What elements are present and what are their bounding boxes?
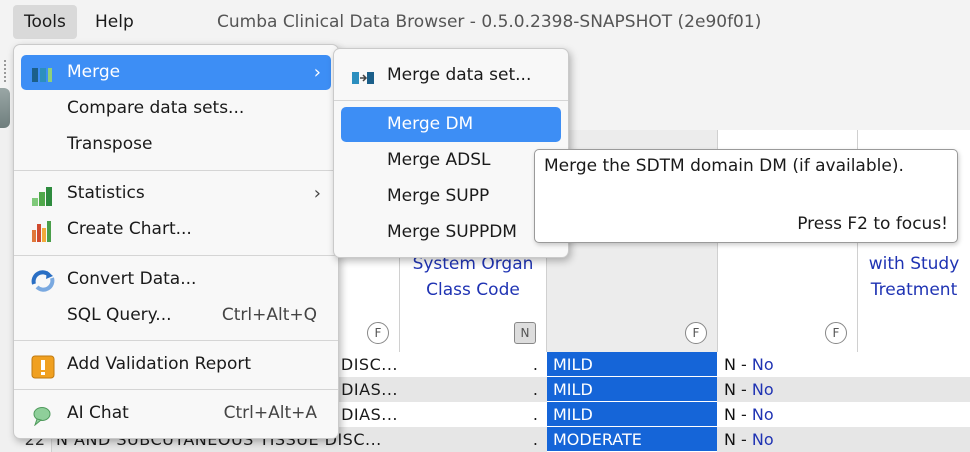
cell-severity[interactable]: MILD: [547, 377, 717, 402]
menu-item-shortcut: Ctrl+Alt+Q: [221, 305, 317, 325]
header-line: Treatment: [870, 280, 958, 300]
menu-item-label: Merge SUPPDM: [387, 222, 517, 242]
chat-icon: [31, 404, 53, 427]
merge-icon: [351, 66, 374, 86]
convert-icon: [31, 270, 55, 292]
menu-item-ai-chat[interactable]: AI Chat Ctrl+Alt+A: [21, 396, 331, 431]
menu-item-compare[interactable]: Compare data sets...: [21, 91, 331, 126]
menu-item-merge-data-set[interactable]: Merge data set...: [341, 58, 561, 93]
menu-item-label: Convert Data...: [67, 269, 197, 289]
tooltip: Merge the SDTM domain DM (if available).…: [534, 149, 958, 243]
menu-help[interactable]: Help: [84, 5, 145, 39]
cell-soc-code[interactable]: .: [400, 352, 546, 377]
format-badge-icon: F: [685, 322, 707, 344]
cell-serious[interactable]: N - No: [718, 402, 858, 427]
tools-menu: Merge › Compare data sets... Transpose S…: [13, 44, 339, 439]
value-code: N: [724, 355, 736, 374]
tooltip-text: Merge the SDTM domain DM (if available).: [544, 156, 904, 176]
menu-item-label: Compare data sets...: [67, 98, 245, 118]
menu-item-merge-supp[interactable]: Merge SUPP: [341, 179, 561, 214]
toolbar-grip[interactable]: [4, 60, 12, 82]
cell-serious[interactable]: N - No: [718, 427, 858, 452]
value-code: N: [724, 380, 736, 399]
value-description: No: [751, 430, 774, 449]
header-line: with Study: [868, 254, 960, 274]
menu-item-sql-query[interactable]: SQL Query... Ctrl+Alt+Q: [21, 298, 331, 333]
menu-item-label: Transpose: [67, 134, 153, 154]
menu-item-shortcut: Ctrl+Alt+A: [223, 403, 317, 423]
menu-item-statistics[interactable]: Statistics ›: [21, 176, 331, 211]
value-code: N: [724, 430, 736, 449]
menu-item-label: Create Chart...: [67, 219, 192, 239]
menu-separator: [334, 100, 568, 101]
chevron-right-icon: ›: [313, 183, 321, 204]
menu-item-merge-suppdm[interactable]: Merge SUPPDM: [341, 215, 561, 250]
cell-soc-code[interactable]: .: [400, 427, 546, 452]
value-description: No: [751, 355, 774, 374]
menu-separator: [14, 340, 338, 341]
cell-severity[interactable]: MODERATE: [547, 427, 717, 452]
menu-separator: [14, 170, 338, 171]
header-line: Class Code: [426, 280, 520, 300]
menu-item-label: Merge ADSL: [387, 150, 491, 170]
merge-icon: [31, 63, 53, 83]
cell-soc-code[interactable]: .: [400, 377, 546, 402]
tooltip-hint: Press F2 to focus!: [797, 214, 948, 234]
menu-separator: [14, 389, 338, 390]
cell-soc-code[interactable]: .: [400, 402, 546, 427]
menu-item-merge-dm[interactable]: Merge DM: [341, 107, 561, 142]
value-description: No: [751, 380, 774, 399]
cell-severity[interactable]: MILD: [547, 352, 717, 377]
menubar: Tools Help Cumba Clinical Data Browser -…: [0, 0, 970, 44]
menu-item-add-validation-report[interactable]: Add Validation Report: [21, 347, 331, 382]
menu-item-merge[interactable]: Merge ›: [21, 55, 331, 90]
menu-item-label: Add Validation Report: [67, 354, 252, 374]
value-description: No: [751, 405, 774, 424]
menu-item-label: AI Chat: [67, 403, 129, 423]
menu-item-label: SQL Query...: [67, 305, 172, 325]
statistics-icon: [31, 184, 53, 206]
menu-item-create-chart[interactable]: Create Chart...: [21, 212, 331, 247]
menu-item-label: Statistics: [67, 183, 145, 203]
menu-item-transpose[interactable]: Transpose: [21, 127, 331, 162]
warning-icon: [31, 355, 55, 379]
menu-item-label: Merge DM: [387, 114, 474, 134]
numeric-badge-icon: N: [514, 322, 536, 344]
database-icon[interactable]: [0, 88, 10, 128]
chevron-right-icon: ›: [313, 62, 321, 83]
menu-item-label: Merge SUPP: [387, 186, 490, 206]
format-badge-icon: F: [825, 322, 847, 344]
cell-serious[interactable]: N - No: [718, 352, 858, 377]
cell-severity[interactable]: MILD: [547, 402, 717, 427]
format-badge-icon: F: [367, 322, 389, 344]
cell-serious[interactable]: N - No: [718, 377, 858, 402]
menu-tools[interactable]: Tools: [13, 5, 77, 39]
menu-item-merge-adsl[interactable]: Merge ADSL: [341, 143, 561, 178]
menu-item-convert-data[interactable]: Convert Data...: [21, 262, 331, 297]
menu-item-label: Merge data set...: [387, 65, 532, 85]
value-code: N: [724, 405, 736, 424]
menu-item-label: Merge: [67, 62, 121, 82]
menu-separator: [14, 255, 338, 256]
chart-icon: [31, 220, 53, 242]
window-title: Cumba Clinical Data Browser - 0.5.0.2398…: [217, 12, 762, 32]
